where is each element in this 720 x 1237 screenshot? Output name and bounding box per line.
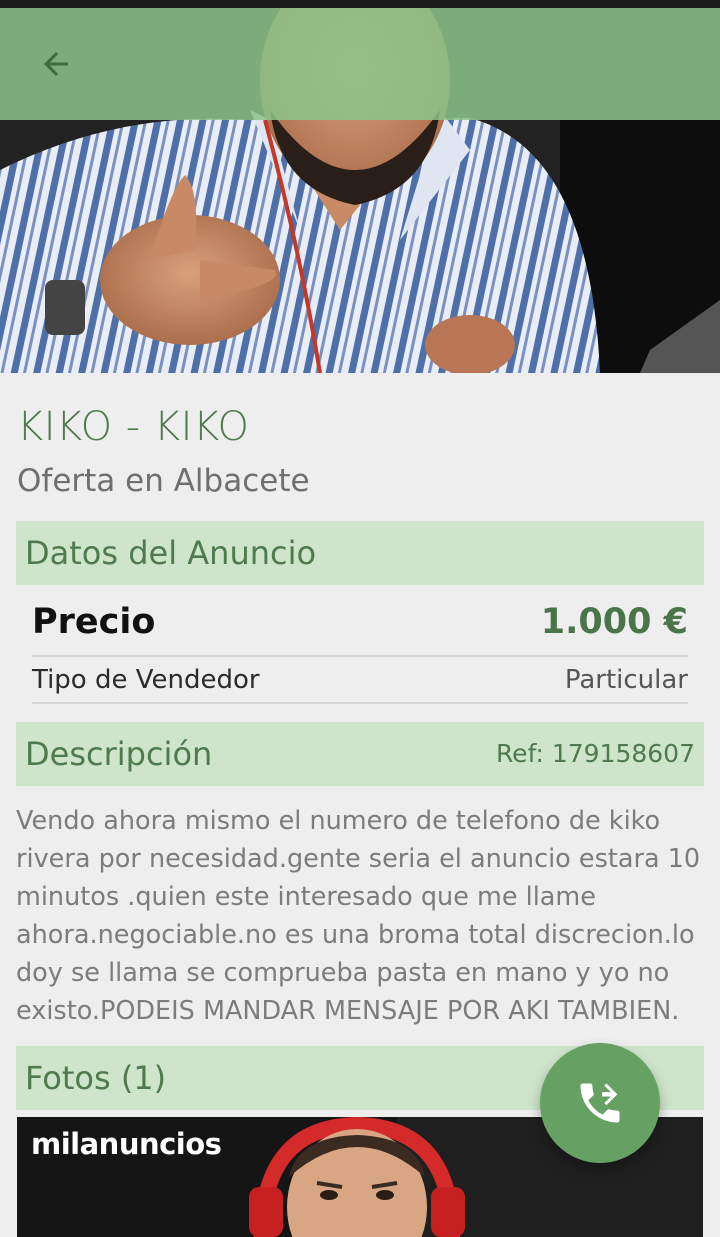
listing-subtitle: Oferta en Albacete <box>17 463 310 499</box>
arrow-left-icon <box>44 52 68 76</box>
logo-part-2: anuncios <box>79 1127 222 1161</box>
reference-number: Ref: 179158607 <box>495 739 695 768</box>
phone-forward-icon <box>580 1083 620 1123</box>
seller-type-value: Particular <box>564 664 688 695</box>
milanuncios-logo: milanuncios <box>31 1127 222 1161</box>
description-section-title: Descripción <box>25 735 213 773</box>
price-row: Precio 1.000 € <box>32 588 688 657</box>
status-bar <box>0 0 720 8</box>
description-text: Vendo ahora mismo el numero de telefono … <box>16 806 701 1026</box>
price-label: Precio <box>32 601 156 642</box>
logo-part-1: mil <box>31 1127 80 1161</box>
details-section-title: Datos del Anuncio <box>25 534 317 572</box>
call-button[interactable] <box>540 1043 660 1163</box>
price-value: 1.000 € <box>540 601 688 642</box>
details-section-header: Datos del Anuncio <box>16 521 704 585</box>
listing-title: KIKO - KIKO <box>17 404 250 450</box>
seller-type-row: Tipo de Vendedor Particular <box>32 657 688 704</box>
photos-section-title: Fotos (1) <box>25 1059 167 1097</box>
app-toolbar <box>0 8 720 120</box>
description-section-header: Descripción Ref: 179158607 <box>16 722 704 786</box>
back-button[interactable] <box>20 34 92 94</box>
seller-type-label: Tipo de Vendedor <box>32 664 260 695</box>
